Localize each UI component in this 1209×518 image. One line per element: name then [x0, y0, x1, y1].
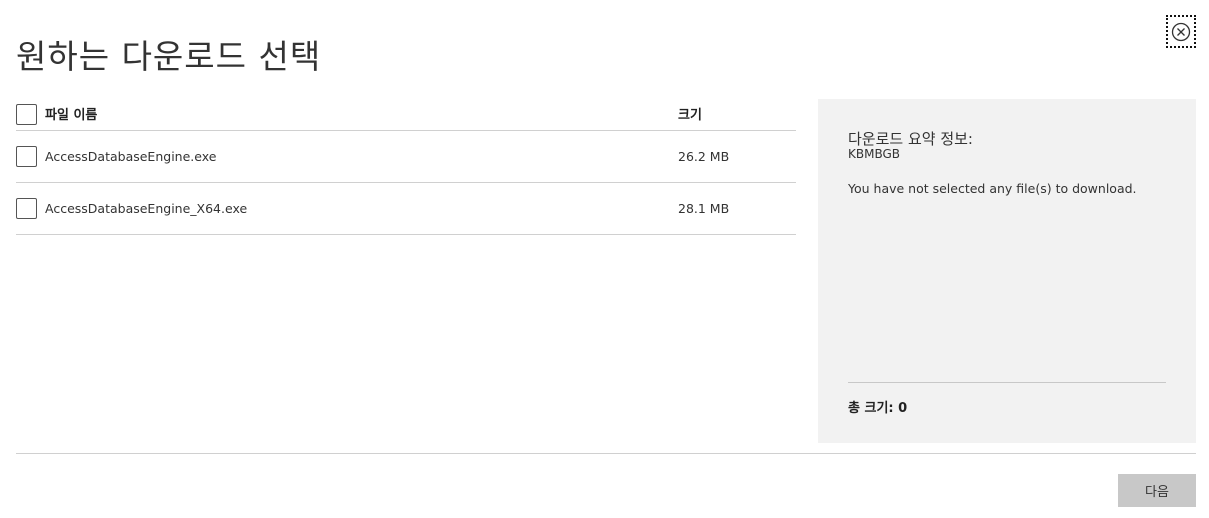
- file-size: 26.2 MB: [678, 149, 730, 164]
- file-table: 파일 이름 크기 AccessDatabaseEngine.exe 26.2 M…: [16, 99, 796, 235]
- footer-divider: [16, 453, 1196, 454]
- close-icon: [1171, 22, 1191, 41]
- page-title: 원하는 다운로드 선택: [16, 37, 322, 76]
- summary-message: You have not selected any file(s) to dow…: [848, 181, 1137, 196]
- download-summary-panel: 다운로드 요약 정보: KBMBGB You have not selected…: [818, 99, 1196, 443]
- select-all-checkbox[interactable]: [16, 104, 37, 125]
- total-size: 총 크기: 0: [848, 401, 908, 416]
- file-name: AccessDatabaseEngine.exe: [45, 149, 217, 164]
- next-button[interactable]: 다음: [1118, 474, 1196, 507]
- close-button[interactable]: [1166, 15, 1196, 48]
- file-name: AccessDatabaseEngine_X64.exe: [45, 201, 248, 216]
- summary-title: 다운로드 요약 정보:: [848, 130, 973, 148]
- table-header: 파일 이름 크기: [16, 99, 796, 131]
- summary-code: KBMBGB: [848, 147, 901, 161]
- file-checkbox[interactable]: [16, 146, 37, 167]
- column-header-name: 파일 이름: [45, 108, 98, 123]
- summary-divider: [848, 382, 1166, 383]
- table-row: AccessDatabaseEngine.exe 26.2 MB: [16, 131, 796, 183]
- table-row: AccessDatabaseEngine_X64.exe 28.1 MB: [16, 183, 796, 235]
- column-header-size: 크기: [678, 108, 702, 123]
- file-checkbox[interactable]: [16, 198, 37, 219]
- file-size: 28.1 MB: [678, 201, 730, 216]
